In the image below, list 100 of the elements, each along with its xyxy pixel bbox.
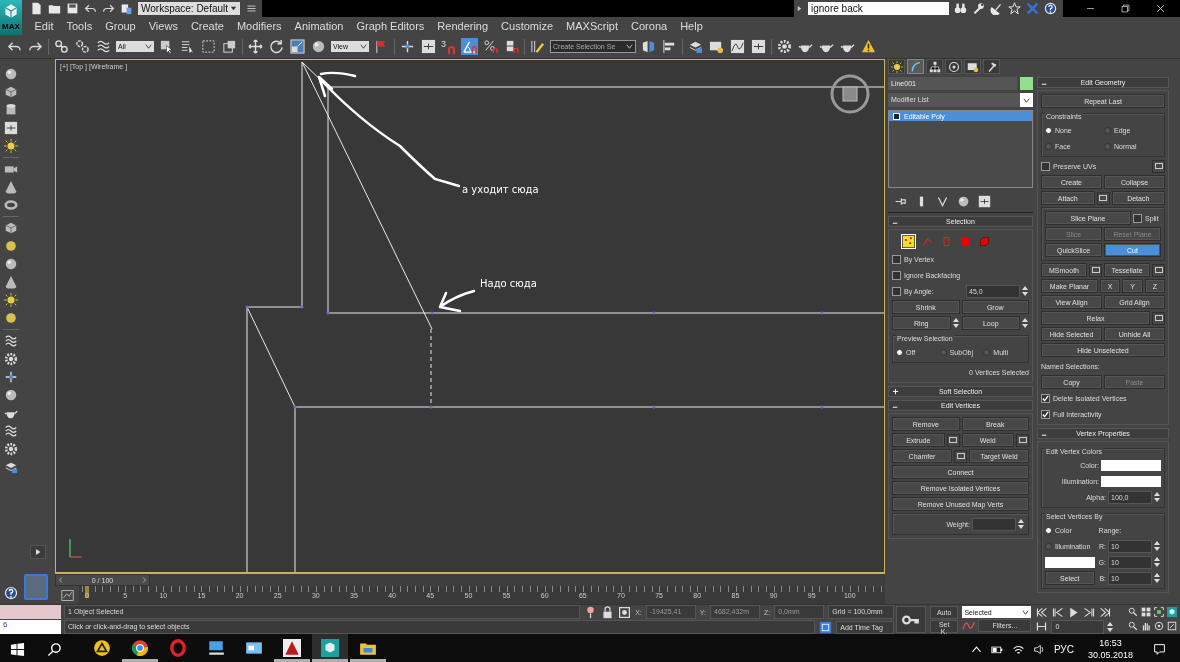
menu-item[interactable]: Create	[184, 20, 231, 32]
hierarchy-tab[interactable]	[926, 59, 943, 74]
sphere-icon[interactable]	[957, 195, 970, 208]
cone-icon[interactable]	[4, 180, 18, 194]
stepback-icon[interactable]	[1051, 606, 1065, 619]
key-mode-icon[interactable]	[1035, 620, 1049, 633]
notification-icon[interactable]	[1153, 642, 1166, 656]
set-key-button[interactable]	[896, 606, 926, 633]
gear-icon[interactable]	[4, 442, 18, 456]
vertex-icon[interactable]	[902, 235, 915, 248]
menu-item[interactable]: Graph Editors	[349, 20, 431, 32]
panel-icon[interactable]	[420, 38, 437, 55]
dot-icon[interactable]	[4, 311, 18, 325]
box-icon[interactable]	[4, 85, 18, 99]
restore-icon[interactable]	[1120, 3, 1131, 14]
redo-icon[interactable]	[102, 2, 115, 15]
element-icon[interactable]	[978, 235, 991, 248]
radio-button[interactable]	[1045, 526, 1052, 534]
move-icon[interactable]	[247, 38, 264, 55]
menu-item[interactable]: Edit	[28, 20, 60, 32]
squiggle-icon[interactable]	[95, 38, 112, 55]
sphere-icon[interactable]	[4, 67, 18, 81]
box-icon[interactable]	[4, 221, 18, 235]
checkbox[interactable]	[1133, 213, 1142, 223]
spinner-arrows[interactable]	[1154, 571, 1161, 585]
gear-icon[interactable]	[776, 38, 793, 55]
maximize-icon[interactable]	[1167, 620, 1177, 631]
sphere-icon[interactable]	[4, 257, 18, 271]
settings-button[interactable]	[1096, 191, 1110, 205]
close-icon[interactable]	[1155, 3, 1166, 14]
star-icon[interactable]	[1008, 2, 1021, 15]
skipstart-icon[interactable]	[1035, 606, 1049, 619]
hammer-tab[interactable]	[983, 59, 1000, 74]
panel-icon[interactable]	[750, 38, 767, 55]
angle-snap-icon[interactable]	[461, 38, 478, 55]
binoculars-icon[interactable]	[954, 2, 967, 15]
checkbox[interactable]	[1041, 393, 1050, 403]
settings-button[interactable]	[954, 449, 967, 463]
dish-icon[interactable]	[990, 2, 1003, 15]
tiles-icon[interactable]	[1141, 607, 1151, 617]
checkbox[interactable]	[892, 254, 901, 264]
sun-tab[interactable]	[888, 59, 905, 74]
spinner-arrows[interactable]	[1022, 316, 1029, 330]
documents-icon[interactable]	[120, 2, 133, 15]
color-swatch[interactable]	[1045, 556, 1095, 568]
sun-icon[interactable]	[4, 293, 18, 307]
magnifier-icon[interactable]	[1128, 607, 1138, 617]
spinner-arrows[interactable]	[1022, 284, 1029, 298]
lock-icon[interactable]	[601, 605, 615, 619]
time-tag-icon[interactable]	[819, 620, 833, 634]
menu-item[interactable]: Help	[673, 20, 710, 32]
radio-button[interactable]	[896, 348, 903, 356]
menu-item[interactable]: Rendering	[430, 20, 495, 32]
squiggle-icon[interactable]	[4, 424, 18, 438]
radio-button[interactable]	[939, 348, 947, 356]
input-field[interactable]	[972, 517, 1016, 531]
pinned-icon[interactable]	[894, 195, 907, 208]
radio-button[interactable]	[1045, 126, 1052, 134]
wrench-icon[interactable]	[972, 2, 985, 15]
workspace-dropdown[interactable]: Workspace: Default	[138, 2, 240, 15]
hand-icon[interactable]	[1141, 620, 1151, 631]
radio-button[interactable]	[1104, 142, 1111, 150]
radio-button[interactable]	[1045, 542, 1052, 550]
warning-icon[interactable]	[860, 38, 877, 55]
menu-item[interactable]: Animation	[288, 20, 350, 32]
settings-button[interactable]	[946, 433, 960, 447]
target-icon[interactable]	[618, 605, 632, 619]
settings-button[interactable]	[1152, 311, 1165, 325]
window-icon[interactable]	[221, 38, 238, 55]
expand-icon[interactable]	[796, 5, 803, 12]
menu-item[interactable]: Customize	[494, 20, 560, 32]
undo-icon[interactable]	[84, 2, 97, 15]
folder-icon[interactable]	[48, 2, 61, 15]
link-icon[interactable]	[53, 38, 70, 55]
help-icon[interactable]	[4, 586, 18, 600]
panel-icon[interactable]	[4, 121, 18, 135]
spinner-arrows[interactable]	[1154, 490, 1161, 504]
skipend-icon[interactable]	[1099, 606, 1113, 619]
spinner-arrows[interactable]	[952, 316, 960, 330]
cylinder-icon[interactable]	[4, 103, 18, 117]
menu-item[interactable]: Tools	[59, 20, 99, 32]
cone-icon[interactable]	[4, 275, 18, 289]
snap-toggle-button[interactable]: 3	[441, 38, 457, 55]
spinner-arrows[interactable]	[1154, 555, 1161, 569]
sun-icon[interactable]	[4, 139, 18, 153]
settings-button[interactable]	[1152, 263, 1165, 277]
search-field[interactable]: ignore back	[808, 2, 949, 15]
radio-button[interactable]	[1045, 142, 1052, 150]
settings-button[interactable]	[1152, 159, 1165, 173]
torus-icon[interactable]	[4, 198, 18, 212]
pencil-icon[interactable]	[529, 38, 546, 55]
menu-item[interactable]: Corona	[624, 20, 674, 32]
menu-icon[interactable]	[245, 2, 258, 15]
percent-icon[interactable]	[482, 38, 499, 55]
search-icon[interactable]	[47, 641, 62, 657]
squiggle-icon[interactable]	[4, 334, 18, 348]
spinner-arrows[interactable]	[1018, 517, 1025, 531]
panel-icon[interactable]	[978, 195, 991, 208]
help-icon[interactable]	[1044, 2, 1057, 15]
cube-icon[interactable]	[1167, 607, 1177, 617]
